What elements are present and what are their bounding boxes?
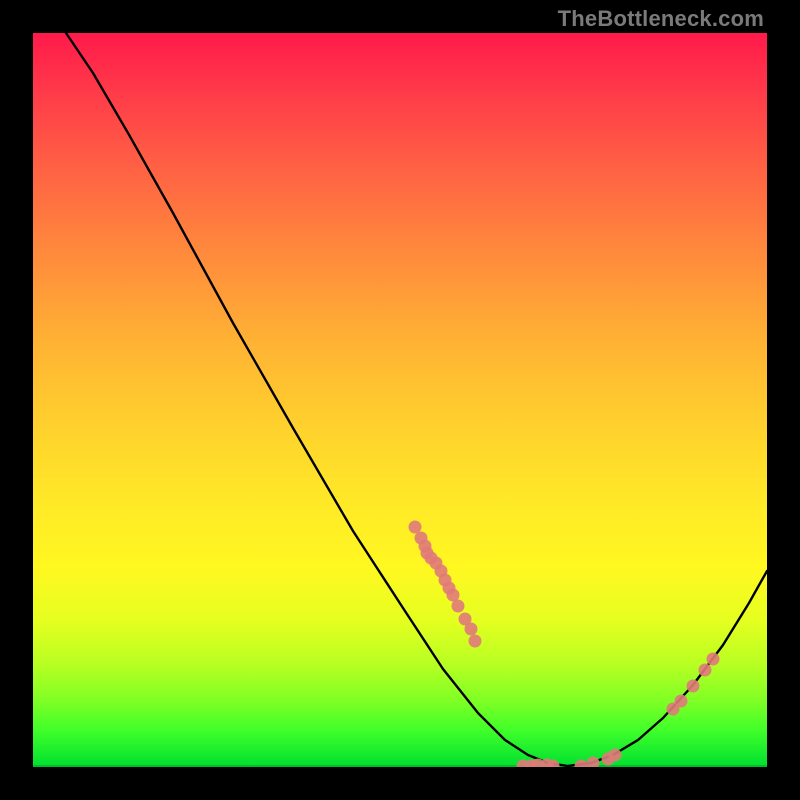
- bottleneck-curve: [66, 33, 767, 766]
- data-point: [699, 664, 712, 677]
- data-point: [409, 521, 422, 534]
- data-point: [587, 757, 600, 768]
- data-point: [452, 600, 465, 613]
- data-point: [687, 680, 700, 693]
- baseline-green: [33, 765, 767, 767]
- data-point: [675, 695, 688, 708]
- data-point: [469, 635, 482, 648]
- chart-frame: TheBottleneck.com: [0, 0, 800, 800]
- chart-svg: [33, 33, 767, 767]
- data-point: [465, 623, 478, 636]
- plot-area: [33, 33, 767, 767]
- data-point: [707, 653, 720, 666]
- watermark-text: TheBottleneck.com: [558, 6, 764, 32]
- data-point: [609, 749, 622, 762]
- data-point: [575, 760, 588, 768]
